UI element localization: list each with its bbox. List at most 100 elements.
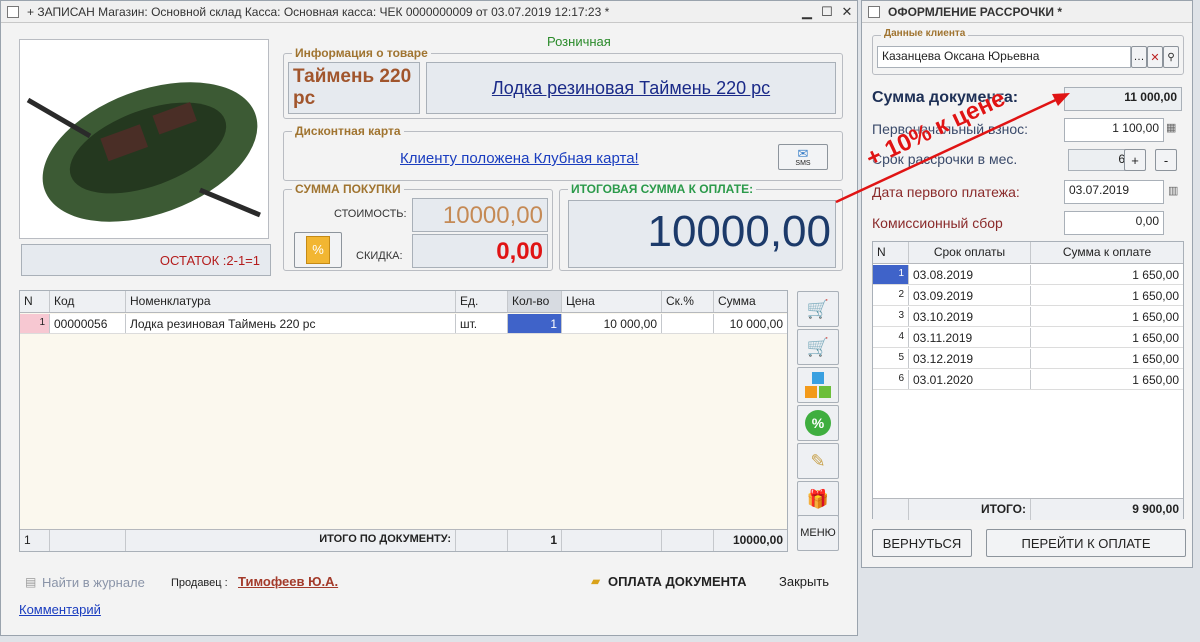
col-n[interactable]: N bbox=[20, 291, 50, 312]
club-card-link[interactable]: Клиенту положена Клубная карта! bbox=[400, 150, 639, 167]
schedule-row[interactable]: 2 03.09.2019 1 650,00 bbox=[873, 286, 1183, 306]
cost-value: 10000,00 bbox=[442, 202, 543, 229]
cell-qty[interactable]: 1 bbox=[508, 314, 562, 333]
first-date-field[interactable]: 03.07.2019 bbox=[1064, 180, 1164, 204]
sched-footer-n bbox=[873, 499, 909, 520]
first-payment-value: 1 100,00 bbox=[1112, 121, 1159, 135]
first-payment-field[interactable]: 1 100,00 bbox=[1064, 118, 1164, 142]
sched-cell-date: 03.09.2019 bbox=[909, 286, 1031, 305]
sched-cell-date: 03.11.2019 bbox=[909, 328, 1031, 347]
schedule-row[interactable]: 4 03.11.2019 1 650,00 bbox=[873, 328, 1183, 348]
col-discount[interactable]: Ск.% bbox=[662, 291, 714, 312]
sched-cell-n: 3 bbox=[873, 307, 909, 326]
client-clear-button[interactable]: ✕ bbox=[1147, 46, 1163, 68]
sched-cell-sum: 1 650,00 bbox=[1132, 268, 1179, 282]
col-price[interactable]: Цена bbox=[562, 291, 662, 312]
menu-label: МЕНЮ bbox=[800, 527, 836, 539]
sched-cell-date: 03.01.2020 bbox=[909, 370, 1031, 389]
sched-total-value: 9 900,00 bbox=[1132, 502, 1179, 516]
footer-qty: 1 bbox=[508, 530, 562, 551]
menu-button[interactable]: МЕНЮ bbox=[797, 515, 839, 551]
cell-unit: шт. bbox=[456, 314, 508, 333]
schedule-row[interactable]: 6 03.01.2020 1 650,00 bbox=[873, 370, 1183, 390]
comment-link[interactable]: Комментарий bbox=[19, 602, 101, 617]
footer-unit bbox=[456, 530, 508, 551]
purchase-sum-group: СУММА ПОКУПКИ СТОИМОСТЬ: 10000,00 % СКИД… bbox=[283, 182, 553, 271]
schedule-row[interactable]: 5 03.12.2019 1 650,00 bbox=[873, 349, 1183, 369]
remove-from-cart-button[interactable]: 🛒 bbox=[797, 329, 839, 365]
price-type: Розничная bbox=[547, 34, 611, 49]
back-button[interactable]: ВЕРНУТЬСЯ bbox=[872, 529, 972, 557]
schedule-row[interactable]: 3 03.10.2019 1 650,00 bbox=[873, 307, 1183, 327]
client-data-group: Данные клиента Казанцева Оксана Юрьевна … bbox=[872, 28, 1184, 75]
sched-cell-sum: 1 650,00 bbox=[1132, 373, 1179, 387]
search-icon: ⚲ bbox=[1167, 51, 1175, 63]
footer-price bbox=[562, 530, 662, 551]
calculator-icon[interactable]: ▦ bbox=[1166, 121, 1176, 134]
footer-discount bbox=[662, 530, 714, 551]
close-icon[interactable]: ✕ bbox=[837, 4, 857, 20]
cell-code: 00000056 bbox=[50, 314, 126, 333]
client-name-field[interactable]: Казанцева Оксана Юрьевна bbox=[877, 46, 1131, 68]
calendar-icon[interactable]: ▥ bbox=[1168, 184, 1178, 197]
col-qty[interactable]: Кол-во bbox=[508, 291, 562, 312]
document-icon bbox=[7, 5, 19, 18]
sched-col-sum[interactable]: Сумма к оплате bbox=[1031, 242, 1183, 263]
blocks-icon bbox=[805, 372, 831, 398]
cell-sum: 10 000,00 bbox=[729, 317, 783, 331]
pay-document-button[interactable]: ОПЛАТА ДОКУМЕНТА bbox=[608, 574, 747, 589]
footer-code bbox=[50, 530, 126, 551]
payment-icon: ▰ bbox=[591, 574, 601, 588]
col-sum[interactable]: Сумма bbox=[714, 291, 787, 312]
product-full-name-link[interactable]: Лодка резиновая Таймень 220 рс bbox=[492, 78, 770, 99]
sched-col-n[interactable]: N bbox=[873, 242, 909, 263]
sched-total-label: ИТОГО: bbox=[909, 499, 1031, 520]
schedule-header: N Срок оплаты Сумма к оплате bbox=[873, 242, 1183, 264]
schedule-row[interactable]: 1 03.08.2019 1 650,00 bbox=[873, 265, 1183, 285]
minimize-icon[interactable]: ▁ bbox=[797, 4, 817, 20]
product-info-title: Информация о товаре bbox=[292, 46, 431, 60]
go-to-payment-label: ПЕРЕЙТИ К ОПЛАТЕ bbox=[1021, 535, 1151, 551]
sms-button[interactable]: ✉ SMS bbox=[778, 144, 828, 170]
add-to-cart-button[interactable]: 🛒 bbox=[797, 291, 839, 327]
schedule-table: N Срок оплаты Сумма к оплате 1 03.08.2019… bbox=[872, 241, 1184, 520]
fee-field[interactable]: 0,00 bbox=[1064, 211, 1164, 235]
term-field[interactable]: 6 bbox=[1068, 149, 1130, 171]
main-titlebar: + ЗАПИСАН Магазин: Основной склад Касса:… bbox=[1, 1, 857, 23]
gift-button[interactable]: 🎁 bbox=[797, 481, 839, 517]
client-search-button[interactable]: ⚲ bbox=[1163, 46, 1179, 68]
cost-box: 10000,00 bbox=[412, 198, 548, 232]
product-full-box: Лодка резиновая Таймень 220 рс bbox=[426, 62, 836, 114]
sched-cell-n: 4 bbox=[873, 328, 909, 347]
journal-icon: ▤ bbox=[25, 575, 37, 589]
sched-col-date[interactable]: Срок оплаты bbox=[909, 242, 1031, 263]
client-select-button[interactable]: … bbox=[1131, 46, 1147, 68]
term-increase-button[interactable]: + bbox=[1124, 149, 1146, 171]
sched-cell-n: 5 bbox=[873, 349, 909, 368]
sched-cell-n: 2 bbox=[873, 286, 909, 305]
cell-discount bbox=[662, 314, 714, 333]
sched-cell-sum: 1 650,00 bbox=[1132, 289, 1179, 303]
discount-card-group: Дисконтная карта Клиенту положена Клубна… bbox=[283, 124, 843, 181]
catalog-button[interactable] bbox=[797, 367, 839, 403]
table-row[interactable]: 1 00000056 Лодка резиновая Таймень 220 р… bbox=[20, 314, 787, 334]
close-link[interactable]: Закрыть bbox=[779, 574, 829, 589]
sched-cell-n: 6 bbox=[873, 370, 909, 389]
col-code[interactable]: Код bbox=[50, 291, 126, 312]
sched-cell-sum: 1 650,00 bbox=[1132, 331, 1179, 345]
cost-label: СТОИМОСТЬ: bbox=[334, 208, 407, 220]
go-to-payment-button[interactable]: ПЕРЕЙТИ К ОПЛАТЕ bbox=[986, 529, 1186, 557]
total-to-pay-title: ИТОГОВАЯ СУММА К ОПЛАТЕ: bbox=[568, 182, 757, 196]
receipt-button[interactable]: ✎ bbox=[797, 443, 839, 479]
maximize-icon[interactable]: ☐ bbox=[817, 4, 837, 20]
term-decrease-button[interactable]: - bbox=[1155, 149, 1177, 171]
col-nomenclature[interactable]: Номенклатура bbox=[126, 291, 456, 312]
col-unit[interactable]: Ед. bbox=[456, 291, 508, 312]
installment-title: ОФОРМЛЕНИЕ РАССРОЧКИ * bbox=[888, 4, 1063, 19]
items-table-footer: 1 ИТОГО ПО ДОКУМЕНТУ: 1 10000,00 bbox=[20, 529, 787, 551]
discount-percent-button[interactable]: % bbox=[294, 232, 342, 268]
discount-button[interactable]: % bbox=[797, 405, 839, 441]
seller-name-link[interactable]: Тимофеев Ю.А. bbox=[238, 574, 338, 589]
find-in-journal-link[interactable]: Найти в журнале bbox=[42, 575, 145, 590]
stock-panel: ОСТАТОК :2-1=1 bbox=[21, 244, 271, 276]
